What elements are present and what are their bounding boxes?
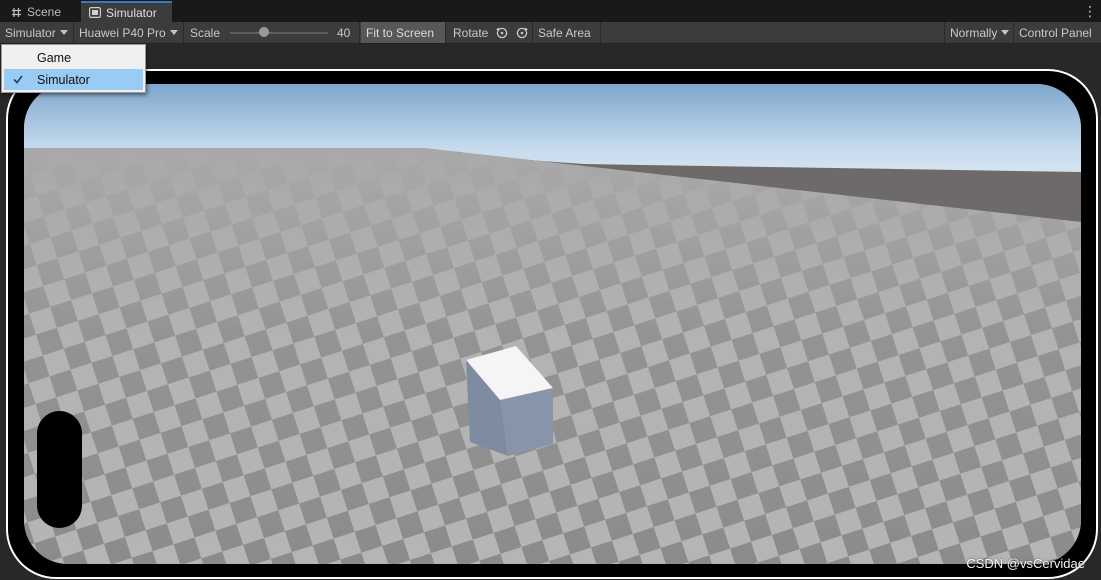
tab-label: Scene (27, 5, 62, 19)
device-dropdown[interactable]: Huawei P40 Pro (74, 22, 184, 43)
tab-bar: Scene Simulator ⋮ (0, 0, 1101, 22)
rotate-right-icon[interactable] (513, 22, 533, 43)
control-panel-button[interactable]: Control Panel (1014, 22, 1101, 43)
distance-fog (24, 148, 1081, 564)
fit-to-screen-button[interactable]: Fit to Screen (361, 22, 446, 43)
device-screen[interactable] (24, 84, 1081, 564)
device-dropdown-label: Huawei P40 Pro (79, 25, 166, 40)
game-view (24, 84, 1081, 564)
rotate-left-icon[interactable] (495, 22, 513, 43)
simulator-viewport (0, 44, 1101, 580)
view-mode-menu: Game Simulator (1, 44, 146, 93)
mode-dropdown-label: Simulator (5, 25, 56, 40)
more-options-icon[interactable]: ⋮ (1083, 3, 1097, 19)
tab-simulator[interactable]: Simulator (81, 1, 172, 22)
scale-slider-track[interactable] (230, 32, 328, 34)
rotate-label: Rotate (448, 22, 496, 43)
scale-label-text: Scale (190, 25, 221, 40)
scale-value-text: 40 (337, 25, 351, 40)
rotate-label-text: Rotate (453, 25, 489, 40)
hash-icon (10, 6, 22, 18)
menu-item-game[interactable]: Game (4, 47, 143, 68)
simulator-toolbar: Simulator Huawei P40 Pro Scale 40 Fit to… (0, 22, 1101, 44)
watermark: CSDN @vsCervidae (966, 556, 1085, 571)
tab-scene[interactable]: Scene (2, 2, 78, 22)
chevron-down-icon (59, 30, 68, 35)
tab-label: Simulator (106, 5, 157, 20)
device-frame (8, 71, 1096, 577)
menu-item-simulator[interactable]: Simulator (4, 69, 143, 90)
menu-item-label: Game (37, 50, 72, 65)
checkmark-icon (13, 75, 23, 84)
safe-area-toggle[interactable]: Safe Area (533, 22, 601, 43)
scale-label: Scale (185, 22, 231, 43)
scale-value[interactable]: 40 (332, 22, 360, 43)
safe-area-label: Safe Area (538, 25, 591, 40)
chevron-down-icon (169, 30, 178, 35)
fit-to-screen-label: Fit to Screen (366, 25, 435, 40)
control-panel-label: Control Panel (1019, 25, 1092, 40)
device-icon (89, 7, 101, 19)
orientation-dropdown[interactable]: Normally (944, 22, 1014, 43)
orientation-dropdown-label: Normally (950, 25, 998, 40)
mode-dropdown[interactable]: Simulator (0, 22, 74, 43)
scale-slider-thumb[interactable] (259, 27, 269, 37)
device-camera-cutout (37, 411, 82, 528)
chevron-down-icon (1001, 30, 1010, 35)
menu-item-label: Simulator (37, 72, 90, 87)
cube-front-face (500, 388, 553, 456)
